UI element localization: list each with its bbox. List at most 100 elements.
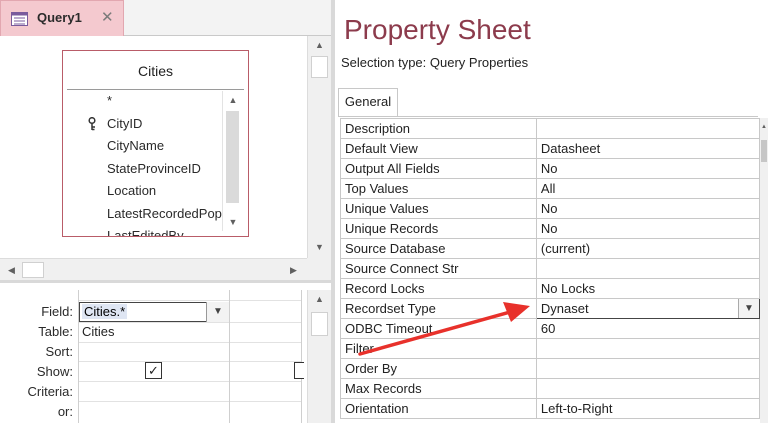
field-list-scrollbar[interactable]: ▲ ▼	[222, 91, 242, 231]
property-name: Unique Records	[340, 218, 537, 239]
property-row-recordset-type[interactable]: Recordset Type Dynaset ▼	[340, 298, 761, 319]
property-value[interactable]: No Locks	[535, 278, 761, 299]
selection-type-label: Selection type: Query Properties	[341, 55, 529, 70]
property-row[interactable]: Default View Datasheet	[340, 138, 761, 159]
field-list-items: * CityID CityName StateProvinceID Locati…	[63, 91, 222, 236]
property-name: Recordset Type	[340, 298, 537, 319]
scroll-thumb[interactable]	[226, 111, 239, 203]
scroll-corner	[307, 258, 331, 280]
show-checkbox[interactable]: ✓	[145, 362, 162, 379]
property-name: Source Database	[340, 238, 537, 259]
property-name: Unique Values	[340, 198, 537, 219]
property-row[interactable]: ODBC Timeout 60	[340, 318, 761, 339]
property-sheet-title: Property Sheet	[344, 14, 531, 45]
scroll-up-icon[interactable]: ▲	[308, 290, 331, 308]
property-name: Filter	[340, 338, 537, 359]
scroll-right-icon[interactable]: ▶	[282, 261, 305, 279]
scroll-thumb[interactable]	[761, 140, 767, 162]
cities-field-list[interactable]: Cities * CityID CityName StateProvinceID…	[62, 50, 249, 237]
property-value[interactable]: No	[535, 218, 761, 239]
field-item-stateprovinceid[interactable]: StateProvinceID	[107, 161, 201, 176]
row-label-table: Table:	[38, 324, 73, 339]
scroll-down-icon[interactable]: ▼	[223, 213, 243, 231]
property-value[interactable]: (current)	[535, 238, 761, 259]
close-icon[interactable]: ✕	[101, 8, 114, 26]
property-row[interactable]: Source Connect Str	[340, 258, 761, 279]
tab-general-label: General	[344, 94, 392, 109]
row-label-show: Show:	[36, 364, 73, 379]
field-item-latestrecordedpop[interactable]: LatestRecordedPop	[107, 206, 222, 221]
property-name: Max Records	[340, 378, 537, 399]
property-row[interactable]: Source Database (current)	[340, 238, 761, 259]
recordset-type-combo[interactable]: Dynaset ▼	[535, 298, 761, 319]
property-row[interactable]: Order By	[340, 358, 761, 379]
scroll-thumb[interactable]	[311, 56, 328, 78]
document-tab-strip: Query1 ✕	[0, 0, 333, 36]
property-sheet-scrollbar[interactable]: ▲	[760, 118, 768, 423]
row-label-sort: Sort:	[45, 344, 73, 359]
property-value[interactable]: All	[535, 178, 761, 199]
property-grid: Description Default View Datasheet Output…	[340, 118, 761, 419]
property-row[interactable]: Top Values All	[340, 178, 761, 199]
query-design-icon	[11, 12, 28, 26]
property-value[interactable]	[535, 378, 761, 399]
grid-vertical-scrollbar[interactable]: ▲	[307, 290, 331, 423]
tab-general[interactable]: General	[338, 88, 398, 116]
property-row[interactable]: Filter	[340, 338, 761, 359]
field-item-cityid[interactable]: CityID	[107, 116, 142, 131]
property-name: Top Values	[340, 178, 537, 199]
tab-label: Query1	[37, 10, 82, 25]
property-name: Description	[340, 118, 537, 139]
row-label-criteria: Criteria:	[27, 384, 73, 399]
scroll-up-icon[interactable]: ▲	[760, 118, 768, 136]
field-item-location[interactable]: Location	[107, 183, 156, 198]
scroll-down-icon[interactable]: ▼	[308, 238, 331, 256]
property-value[interactable]: No	[535, 158, 761, 179]
property-value: Dynaset	[540, 301, 589, 316]
table-cell-value[interactable]: Cities	[82, 324, 115, 339]
property-value[interactable]: Left-to-Right	[535, 398, 761, 419]
row-label-field: Field:	[41, 304, 73, 319]
field-combo-value: Cities.*	[82, 304, 128, 319]
property-row[interactable]: Output All Fields No	[340, 158, 761, 179]
property-value[interactable]	[535, 338, 761, 359]
scroll-left-icon[interactable]: ◀	[0, 261, 23, 279]
scroll-thumb[interactable]	[22, 262, 44, 278]
chevron-down-icon[interactable]: ▼	[738, 299, 759, 318]
property-name: Default View	[340, 138, 537, 159]
scroll-thumb[interactable]	[311, 312, 328, 336]
property-name: Output All Fields	[340, 158, 537, 179]
property-row[interactable]: Unique Values No	[340, 198, 761, 219]
property-name: Orientation	[340, 398, 537, 419]
property-value[interactable]: 60	[535, 318, 761, 339]
property-value[interactable]: No	[535, 198, 761, 219]
design-vertical-scrollbar[interactable]: ▲ ▼	[307, 36, 331, 258]
property-value[interactable]: Datasheet	[535, 138, 761, 159]
field-item-all[interactable]: *	[107, 93, 112, 108]
scroll-up-icon[interactable]: ▲	[223, 91, 243, 109]
scroll-up-icon[interactable]: ▲	[308, 36, 331, 54]
chevron-down-icon[interactable]: ▼	[206, 302, 229, 322]
property-value[interactable]	[535, 118, 761, 139]
design-horizontal-scrollbar[interactable]: ◀ ▶	[0, 258, 307, 280]
property-row[interactable]: Unique Records No	[340, 218, 761, 239]
show-checkbox-column-2[interactable]	[294, 362, 304, 379]
property-name: Order By	[340, 358, 537, 379]
property-row[interactable]: Description	[340, 118, 761, 139]
field-list-divider	[67, 89, 244, 90]
grid-column-2[interactable]	[230, 290, 302, 423]
property-row[interactable]: Max Records	[340, 378, 761, 399]
property-name: Source Connect Str	[340, 258, 537, 279]
key-icon	[88, 117, 96, 131]
field-item-cityname[interactable]: CityName	[107, 138, 164, 153]
property-value[interactable]	[535, 258, 761, 279]
field-combo-box[interactable]: Cities.* ▼	[79, 302, 229, 322]
property-row[interactable]: Record Locks No Locks	[340, 278, 761, 299]
property-value[interactable]	[535, 358, 761, 379]
property-row[interactable]: Orientation Left-to-Right	[340, 398, 761, 419]
tab-divider	[338, 116, 758, 117]
row-label-or: or:	[57, 404, 73, 419]
field-item-lasteditedby[interactable]: LastEditedBy	[107, 228, 184, 236]
table-design-area: Cities * CityID CityName StateProvinceID…	[0, 36, 307, 258]
tab-query1[interactable]: Query1 ✕	[0, 0, 124, 36]
